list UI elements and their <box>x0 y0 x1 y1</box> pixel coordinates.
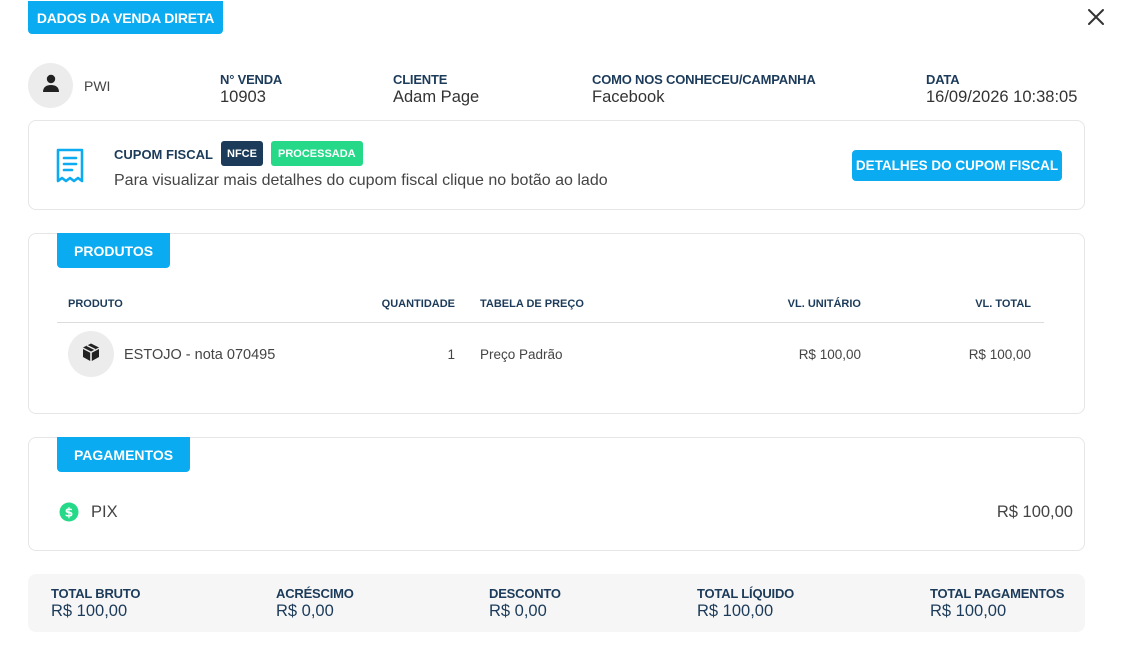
total-bruto-value: R$ 100,00 <box>51 602 128 620</box>
product-avatar <box>68 331 114 377</box>
cupom-details-button[interactable]: DETALHES DO CUPOM FISCAL <box>852 150 1062 181</box>
acrescimo: ACRÉSCIMO R$ 0,00 <box>276 586 354 621</box>
total-bruto-label: TOTAL BRUTO <box>51 586 141 601</box>
produtos-section-label: PRODUTOS <box>57 233 171 268</box>
acrescimo-value: R$ 0,00 <box>276 602 334 620</box>
total-pagamentos: TOTAL PAGAMENTOS R$ 100,00 <box>930 586 1064 621</box>
cliente-info: CLIENTE Adam Page <box>393 72 479 107</box>
venda-info: N° VENDA 10903 <box>220 72 282 107</box>
svg-text:$: $ <box>65 504 74 519</box>
receipt-icon <box>55 148 85 189</box>
campanha-value: Facebook <box>592 88 665 106</box>
close-icon[interactable] <box>1086 7 1106 27</box>
product-total-value: R$ 100,00 <box>968 347 1031 362</box>
cliente-label: CLIENTE <box>393 72 448 87</box>
product-name: ESTOJO - nota 070495 <box>124 347 276 363</box>
payment-method: PIX <box>91 503 118 521</box>
column-header-tabela: TABELA DE PREÇO <box>480 298 584 310</box>
pagamentos-card: PAGAMENTOS $ PIX R$ 100,00 <box>28 437 1085 551</box>
user-name: PWI <box>84 78 111 94</box>
pagamentos-section-label: PAGAMENTOS <box>57 437 191 472</box>
box-icon <box>81 342 101 367</box>
avatar <box>28 63 73 108</box>
cliente-value: Adam Page <box>393 88 480 106</box>
campanha-info: COMO NOS CONHECEU/CAMPANHA Facebook <box>592 72 816 107</box>
status-badge: PROCESSADA <box>271 141 363 166</box>
column-header-quantidade: QUANTIDADE <box>381 298 455 310</box>
nfce-badge: NFCE <box>221 141 263 166</box>
produtos-card: PRODUTOS PRODUTO QUANTIDADE TABELA DE PR… <box>28 233 1085 414</box>
desconto-label: DESCONTO <box>489 586 561 601</box>
total-bruto: TOTAL BRUTO R$ 100,00 <box>51 586 140 621</box>
dollar-icon: $ <box>59 502 79 527</box>
data-value: 16/09/2026 10:38:05 <box>926 88 1078 106</box>
cupom-description: Para visualizar mais detalhes do cupom f… <box>114 172 608 189</box>
column-header-unitario: VL. UNITÁRIO <box>787 298 861 310</box>
payment-value: R$ 100,00 <box>996 503 1073 521</box>
data-info: DATA 16/09/2026 10:38:05 <box>926 72 1077 107</box>
modal-title: DADOS DA VENDA DIRETA <box>28 1 223 34</box>
venda-label: N° VENDA <box>220 72 283 87</box>
total-liquido: TOTAL LÍQUIDO R$ 100,00 <box>697 586 794 621</box>
totals-bar: TOTAL BRUTO R$ 100,00 ACRÉSCIMO R$ 0,00 … <box>28 574 1085 632</box>
desconto: DESCONTO R$ 0,00 <box>489 586 561 621</box>
product-quantity: 1 <box>447 347 455 362</box>
total-pagamentos-label: TOTAL PAGAMENTOS <box>930 586 1065 601</box>
column-header-total: VL. TOTAL <box>975 298 1031 310</box>
desconto-value: R$ 0,00 <box>489 602 547 620</box>
campanha-label: COMO NOS CONHECEU/CAMPANHA <box>592 72 816 87</box>
cupom-fiscal-card: CUPOM FISCAL NFCE PROCESSADA Para visual… <box>28 120 1085 210</box>
total-pagamentos-value: R$ 100,00 <box>930 602 1007 620</box>
table-divider <box>57 322 1044 323</box>
acrescimo-label: ACRÉSCIMO <box>276 586 354 601</box>
total-liquido-value: R$ 100,00 <box>697 602 774 620</box>
data-label: DATA <box>926 72 960 87</box>
cupom-title: CUPOM FISCAL <box>114 147 213 162</box>
venda-value: 10903 <box>220 88 266 106</box>
product-unit-value: R$ 100,00 <box>798 347 861 362</box>
column-header-produto: PRODUTO <box>68 298 123 310</box>
total-liquido-label: TOTAL LÍQUIDO <box>697 586 795 601</box>
product-price-table: Preço Padrão <box>480 347 563 362</box>
user-icon <box>41 73 61 98</box>
